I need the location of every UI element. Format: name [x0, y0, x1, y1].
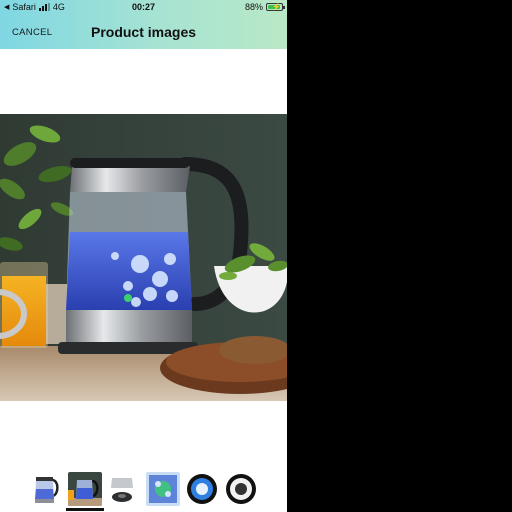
selected-thumbnail-indicator [66, 508, 104, 511]
thumbnail-kettle-base[interactable] [106, 472, 140, 506]
battery-percent: 88% [244, 2, 263, 12]
phone-screen: ◀ Safari 4G 00:27 88% ⚡ CANCEL Product i… [0, 0, 287, 512]
status-right: 88% ⚡ [244, 2, 285, 12]
thumbnail-kettle-kitchen-scene[interactable] [68, 472, 102, 506]
charging-bolt-icon: ⚡ [272, 4, 281, 11]
kettle-icon [28, 472, 62, 506]
thumbnail-feature-badge-blue[interactable] [185, 472, 219, 506]
status-bar: ◀ Safari 4G 00:27 88% ⚡ [0, 0, 287, 16]
thumbnail-kettle-water-closeup[interactable] [146, 472, 180, 506]
header: ◀ Safari 4G 00:27 88% ⚡ CANCEL Product i… [0, 0, 287, 49]
blue-badge-icon [185, 472, 219, 506]
kettle-base-icon [106, 472, 140, 506]
nav-bar: CANCEL Product images [0, 17, 287, 47]
thumbnail-kettle-front[interactable] [28, 472, 62, 506]
dark-badge-icon [224, 472, 258, 506]
thumbnail-feature-badge-dark[interactable] [224, 472, 258, 506]
status-time: 00:27 [131, 2, 156, 12]
kettle-kitchen-photo [0, 114, 287, 401]
thumbnail-strip [0, 470, 287, 512]
kitchen-scene-icon [68, 472, 102, 506]
water-closeup-icon [146, 472, 180, 506]
main-product-image[interactable] [0, 114, 287, 401]
page-title: Product images [90, 24, 197, 40]
battery-icon: ⚡ [266, 3, 285, 11]
